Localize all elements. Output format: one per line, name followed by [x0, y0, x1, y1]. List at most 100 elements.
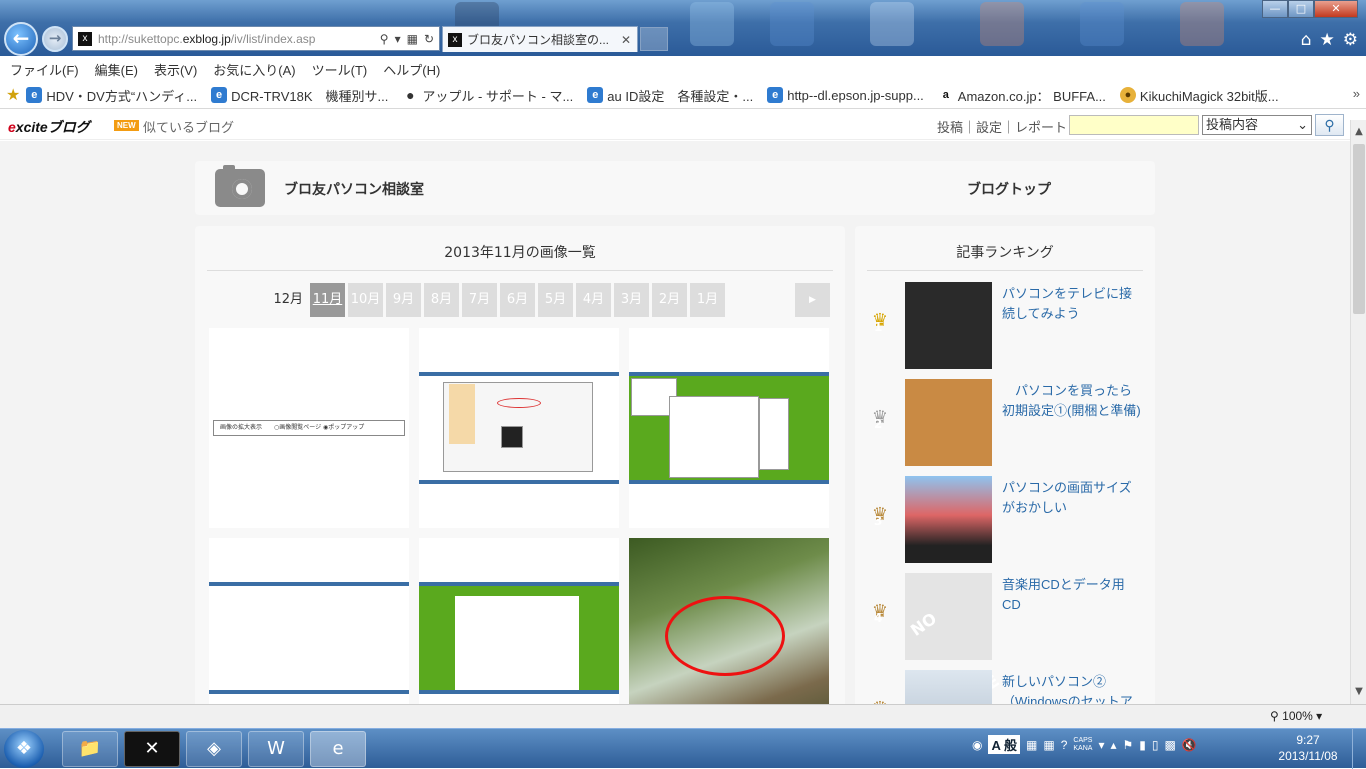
- gear-icon[interactable]: ⚙: [1343, 30, 1358, 50]
- new-tab-button[interactable]: [640, 27, 668, 51]
- search-icon: ⚲: [1324, 117, 1335, 133]
- show-desktop-button[interactable]: [1352, 729, 1366, 769]
- volume-muted-icon[interactable]: 🔇: [1182, 738, 1197, 752]
- address-bar[interactable]: x http://sukettopc. exblog.jp/iv/list/ind…: [72, 26, 440, 51]
- dropdown-arrow-icon[interactable]: ▾: [395, 32, 401, 46]
- article-title-link[interactable]: パソコンを買ったら初期設定①(開梱と準備): [1002, 381, 1142, 421]
- blog-name[interactable]: ブロ友パソコン相談室: [284, 179, 424, 199]
- device-icon[interactable]: ▮: [1139, 738, 1146, 752]
- image-thumbnail[interactable]: [629, 328, 829, 528]
- add-favorite-star-icon[interactable]: ★: [6, 85, 20, 105]
- month-button-1[interactable]: 1月: [690, 283, 725, 317]
- close-window-button[interactable]: ✕: [1314, 0, 1358, 18]
- post-settings-report-links[interactable]: 投稿｜設定｜レポート: [937, 117, 1067, 136]
- scroll-up-arrow-icon[interactable]: ▲: [1351, 124, 1366, 140]
- scroll-down-arrow-icon[interactable]: ▼: [1351, 684, 1366, 700]
- shield-icon[interactable]: ◉: [972, 738, 982, 752]
- favorite-item[interactable]: e DCR-TRV18K 機種別サ...: [211, 86, 388, 105]
- favorites-star-icon[interactable]: ★: [1320, 30, 1335, 50]
- ranking-item[interactable]: ♛5 新しいパソコン②（Windowsのセットアップ）: [865, 670, 1145, 704]
- start-button[interactable]: ❖: [4, 730, 44, 768]
- ranking-item[interactable]: ♛4 NO IMAGE 音楽用CDとデータ用CD: [865, 573, 1145, 704]
- show-hidden-icons-icon[interactable]: ▴: [1110, 738, 1116, 752]
- favorite-item[interactable]: ● アップル - サポート - マ...: [402, 86, 573, 105]
- image-thumbnail[interactable]: [419, 328, 619, 528]
- home-icon[interactable]: ⌂: [1301, 30, 1312, 50]
- help-icon[interactable]: ?: [1061, 738, 1068, 752]
- scrollbar-thumb[interactable]: [1353, 144, 1365, 314]
- favorite-item[interactable]: ● KikuchiMagick 32bit版...: [1119, 86, 1279, 105]
- ime-tool-icon[interactable]: ▦: [1043, 738, 1054, 752]
- back-button[interactable]: ←: [4, 22, 38, 56]
- search-scope-select[interactable]: 投稿内容 ⌄: [1202, 115, 1312, 135]
- power-icon[interactable]: ▯: [1152, 738, 1159, 752]
- favorites-overflow-chevron-icon[interactable]: »: [1353, 86, 1360, 101]
- menu-tools[interactable]: ツール(T): [312, 60, 368, 79]
- tray-options-icon[interactable]: ▾: [1098, 738, 1104, 752]
- zoom-control[interactable]: ⚲ 100% ▾: [1270, 709, 1322, 723]
- clock[interactable]: 9:27 2013/11/08: [1268, 732, 1348, 764]
- flag-icon[interactable]: ⚑: [1123, 738, 1134, 752]
- no-image-thumbnail[interactable]: NO IMAGE: [905, 573, 1003, 704]
- menu-favorites[interactable]: お気に入り(A): [213, 60, 295, 79]
- ime-indicator[interactable]: A 般: [988, 735, 1021, 754]
- browser-tab[interactable]: x ブロ友パソコン相談室の... ✕: [442, 26, 638, 52]
- month-button-8[interactable]: 8月: [424, 283, 459, 317]
- article-title-link[interactable]: パソコンをテレビに接続してみよう: [1002, 284, 1142, 324]
- menu-file[interactable]: ファイル(F): [10, 60, 79, 79]
- similar-blogs-link[interactable]: 似ているブログ: [143, 117, 234, 136]
- image-thumbnail[interactable]: 画像の拡大表示 ○画像閲覧ページ ◉ポップアップ: [209, 328, 409, 528]
- article-thumbnail[interactable]: [905, 379, 992, 466]
- taskbar-app-icon[interactable]: ✕: [124, 731, 180, 767]
- article-thumbnail[interactable]: [905, 282, 992, 369]
- month-button-11[interactable]: 11月: [310, 283, 345, 317]
- search-input[interactable]: [1069, 115, 1199, 135]
- article-title-link[interactable]: パソコンの画面サイズがおかしい: [1002, 478, 1142, 518]
- minimize-button[interactable]: —: [1262, 0, 1288, 18]
- month-pager: 12月 11月 10月 9月 8月 7月 6月 5月 4月 3月 2月 1月: [273, 283, 725, 317]
- month-button-9[interactable]: 9月: [386, 283, 421, 317]
- favorite-item[interactable]: e HDV・DV方式“ハンディ...: [26, 86, 197, 105]
- next-year-button[interactable]: ▶: [795, 283, 830, 317]
- month-link-12[interactable]: 12月: [273, 283, 303, 317]
- favorite-item[interactable]: a Amazon.co.jp： BUFFA...: [938, 86, 1106, 105]
- ranking-item[interactable]: ♛ 2 パソコンを買ったら初期設定①(開梱と準備): [865, 379, 1145, 469]
- menu-edit[interactable]: 編集(E): [95, 60, 138, 79]
- menu-view[interactable]: 表示(V): [154, 60, 197, 79]
- vertical-scrollbar[interactable]: ▲ ▼: [1350, 120, 1366, 704]
- ranking-item[interactable]: ♛ 1 パソコンをテレビに接続してみよう: [865, 282, 1145, 372]
- maximize-button[interactable]: □: [1288, 0, 1314, 18]
- ime-tool-icon[interactable]: ▦: [1026, 738, 1037, 752]
- month-button-3[interactable]: 3月: [614, 283, 649, 317]
- month-button-7[interactable]: 7月: [462, 283, 497, 317]
- month-button-2[interactable]: 2月: [652, 283, 687, 317]
- forward-button[interactable]: →: [42, 26, 68, 52]
- menu-help[interactable]: ヘルプ(H): [383, 60, 440, 79]
- refresh-icon[interactable]: ↻: [424, 32, 434, 46]
- image-thumbnail[interactable]: [419, 538, 619, 704]
- article-title-link[interactable]: 音楽用CDとデータ用CD: [1002, 575, 1142, 615]
- taskbar-word-icon[interactable]: W: [248, 731, 304, 767]
- favorite-item[interactable]: e au ID設定 各種設定・...: [587, 86, 753, 105]
- article-thumbnail[interactable]: [905, 670, 992, 704]
- blog-top-link[interactable]: ブログトップ: [967, 179, 1051, 199]
- month-button-4[interactable]: 4月: [576, 283, 611, 317]
- taskbar-network-icon[interactable]: ◈: [186, 731, 242, 767]
- month-button-10[interactable]: 10月: [348, 283, 383, 317]
- search-icon[interactable]: ⚲: [380, 32, 389, 46]
- article-thumbnail[interactable]: [905, 476, 992, 563]
- article-title-link[interactable]: 新しいパソコン②（Windowsのセットアップ）: [1002, 672, 1142, 704]
- compat-view-icon[interactable]: ▦: [407, 32, 418, 46]
- close-tab-icon[interactable]: ✕: [621, 33, 631, 47]
- month-button-5[interactable]: 5月: [538, 283, 573, 317]
- taskbar-ie-icon[interactable]: e: [310, 731, 366, 767]
- taskbar-explorer-icon[interactable]: 📁: [62, 731, 118, 767]
- image-thumbnail[interactable]: [629, 538, 829, 704]
- ranking-item[interactable]: ♛ 3 パソコンの画面サイズがおかしい: [865, 476, 1145, 566]
- image-thumbnail[interactable]: [209, 538, 409, 704]
- excite-blog-logo[interactable]: exciteブログ: [8, 117, 90, 137]
- network-signal-icon[interactable]: ▩: [1165, 738, 1176, 752]
- month-button-6[interactable]: 6月: [500, 283, 535, 317]
- favorite-item[interactable]: e http--dl.epson.jp-supp...: [767, 87, 924, 103]
- search-button[interactable]: ⚲: [1315, 114, 1344, 136]
